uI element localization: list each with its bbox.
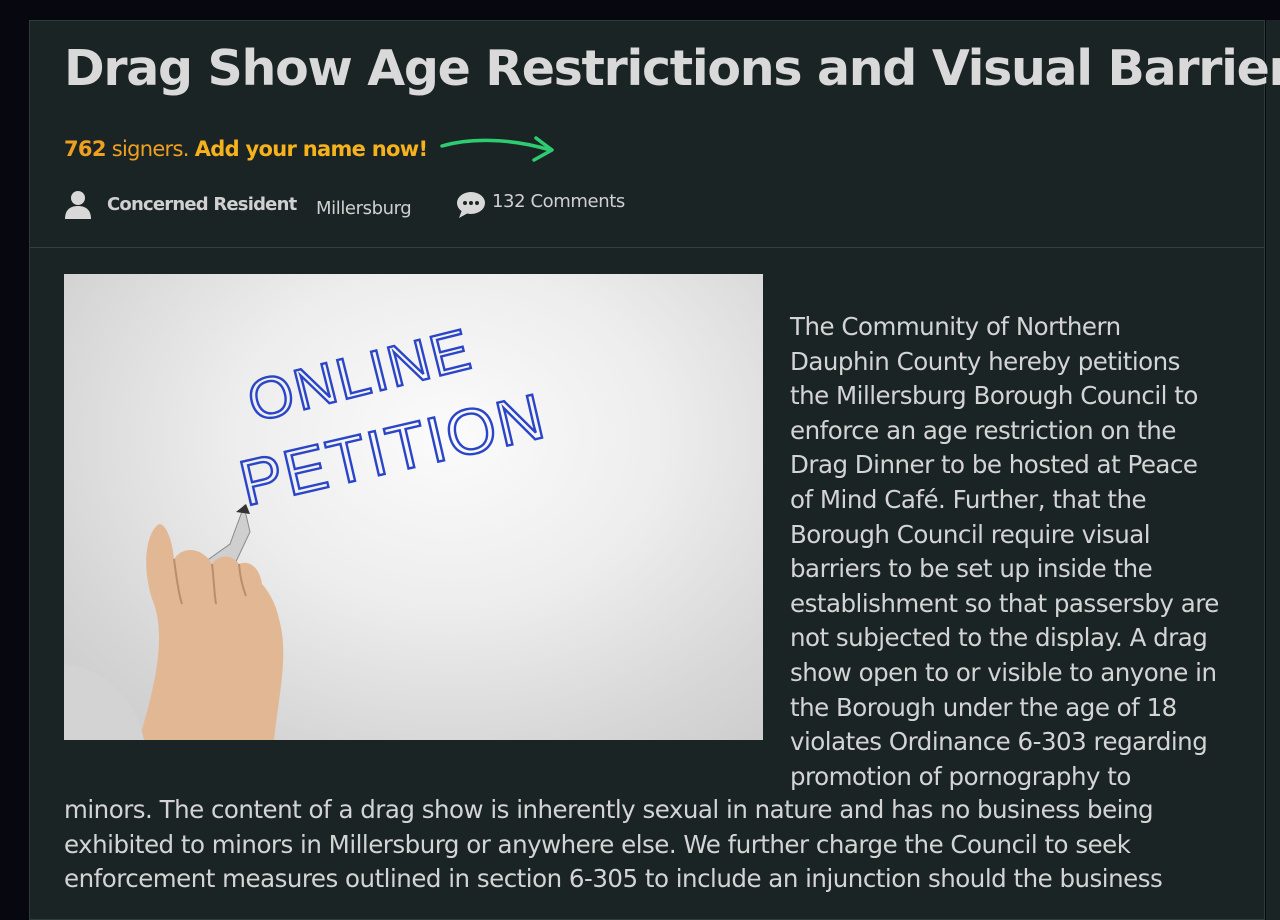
body-line: The Community of Northern bbox=[790, 312, 1121, 341]
body-line: minors. The content of a drag show is in… bbox=[64, 795, 1154, 824]
body-line: promotion of pornography to bbox=[790, 761, 1131, 791]
user-icon bbox=[65, 191, 91, 219]
petition-body-side: The Community of Northern Dauphin County… bbox=[790, 310, 1250, 794]
petition-title: Drag Show Age Restrictions and Visual Ba… bbox=[64, 40, 1280, 97]
body-line: Borough Council require visual bbox=[790, 519, 1151, 549]
body-line: establishment so that passersby are bbox=[790, 588, 1219, 618]
signers-label: signers. bbox=[105, 137, 195, 161]
body-line: the Millersburg Borough Council to bbox=[790, 381, 1198, 411]
signer-count: 762 bbox=[64, 137, 106, 161]
signer-count-line[interactable]: 762 signers. Add your name now! bbox=[64, 135, 428, 163]
body-line: Dauphin County hereby petitions bbox=[790, 346, 1180, 376]
author-name[interactable]: Concerned Resident bbox=[107, 194, 297, 215]
petition-image-art: ONLINE PETITION bbox=[64, 315, 554, 740]
body-line: not subjected to the display. A drag bbox=[790, 623, 1208, 653]
body-line: barriers to be set up inside the bbox=[790, 554, 1153, 584]
location-label: Millersburg bbox=[316, 198, 412, 219]
body-line: Drag Dinner to be hosted at Peace bbox=[790, 450, 1198, 480]
body-line: enforce an age restriction on the bbox=[790, 415, 1176, 445]
body-line: of Mind Café. Further, that the bbox=[790, 484, 1147, 514]
arrow-right-icon bbox=[440, 136, 554, 162]
body-line: enforcement measures outlined in section… bbox=[64, 864, 1163, 894]
sidebar-edge bbox=[1266, 20, 1280, 920]
petition-body-full: minors. The content of a drag show is in… bbox=[64, 793, 1254, 897]
comments-link[interactable]: 132 Comments bbox=[492, 191, 625, 212]
divider bbox=[30, 247, 1264, 248]
body-line: show open to or visible to anyone in bbox=[790, 657, 1217, 687]
comment-icon bbox=[457, 192, 485, 218]
body-line: violates Ordinance 6-303 regarding bbox=[790, 727, 1208, 757]
petition-image: ONLINE PETITION bbox=[64, 274, 763, 740]
hand-with-marker bbox=[64, 504, 284, 740]
body-line: exhibited to minors in Millersburg or an… bbox=[64, 829, 1131, 859]
add-name-link[interactable]: Add your name now! bbox=[195, 137, 428, 161]
body-line: the Borough under the age of 18 bbox=[790, 692, 1177, 722]
